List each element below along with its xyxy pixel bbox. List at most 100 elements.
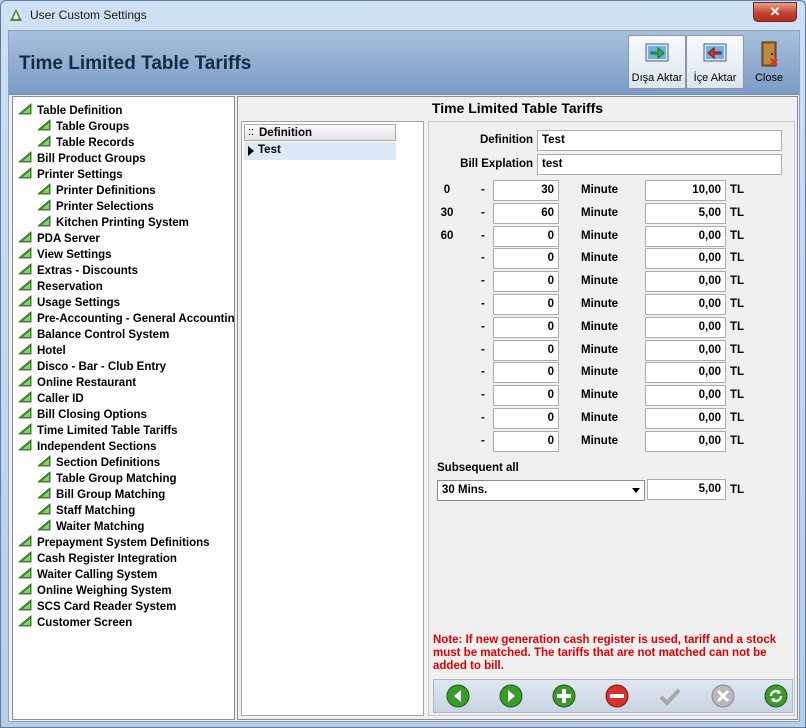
tier-minutes-field[interactable]: 0 <box>493 430 559 452</box>
tier-unit-label: Minute <box>581 343 619 356</box>
tier-minutes-field[interactable]: 0 <box>493 339 559 361</box>
tier-minutes-field[interactable]: 0 <box>493 248 559 270</box>
tree-item[interactable]: SCS Card Reader System <box>18 599 176 615</box>
tier-minutes-field[interactable]: 0 <box>493 408 559 429</box>
tree-node-icon <box>18 247 32 259</box>
refresh-icon[interactable] <box>764 684 788 708</box>
tier-price-field[interactable]: 10,00 <box>645 180 726 201</box>
tree-item[interactable]: Waiter Matching <box>37 519 144 535</box>
tree-item[interactable]: Printer Definitions <box>37 183 156 199</box>
tree-item[interactable]: Table Group Matching <box>37 471 177 487</box>
tree-item[interactable]: Time Limited Table Tariffs <box>18 423 178 439</box>
tier-price-field[interactable]: 0,00 <box>645 385 726 407</box>
tier-price-field[interactable]: 0,00 <box>645 248 726 270</box>
tier-currency: TL <box>730 343 745 356</box>
tree-item[interactable]: Independent Sections <box>18 439 157 455</box>
tier-unit-label: Minute <box>581 298 619 310</box>
tree-item[interactable]: Bill Group Matching <box>37 487 165 503</box>
tier-unit-label: Minute <box>581 366 619 379</box>
tier-price-field[interactable]: 0,00 <box>645 339 726 361</box>
tree-item[interactable]: Disco - Bar - Club Entry <box>18 359 166 375</box>
next-arrow-icon[interactable] <box>499 684 523 708</box>
tree-item[interactable]: Hotel <box>18 343 66 359</box>
client-area: Time Limited Table Tariffs Dışa Aktar İç… <box>8 30 800 722</box>
tree-item[interactable]: Prepayment System Definitions <box>18 535 210 551</box>
tier-price-field[interactable]: 0,00 <box>645 294 726 315</box>
tier-unit-label: Minute <box>581 389 619 402</box>
tier-minutes-field[interactable]: 30 <box>493 180 559 201</box>
tier-minutes-field[interactable]: 0 <box>493 271 559 293</box>
tier-dash: - <box>481 298 485 310</box>
tree-item[interactable]: Customer Screen <box>18 615 132 631</box>
record-navigator <box>433 679 793 713</box>
tree-item[interactable]: Table Records <box>37 135 134 151</box>
tier-dash: - <box>481 366 485 379</box>
tree-item-label: PDA Server <box>37 233 100 245</box>
title-bar: User Custom Settings ✕ <box>1 1 805 29</box>
tree-item[interactable]: Section Definitions <box>37 455 160 471</box>
close-button[interactable]: Close <box>740 35 798 89</box>
tier-minutes-field[interactable]: 0 <box>493 294 559 315</box>
tree-item[interactable]: Reservation <box>18 279 103 295</box>
tier-minutes-field[interactable]: 0 <box>493 385 559 407</box>
tier-minutes-field[interactable]: 0 <box>493 316 559 338</box>
settings-tree: Table Definition Table Groups Table Record… <box>12 96 235 720</box>
subsequent-price-field[interactable]: 5,00 <box>647 479 726 500</box>
tree-item-label: Bill Product Groups <box>37 153 146 165</box>
grid-column-definition: Definition <box>259 127 313 139</box>
tree-item[interactable]: Caller ID <box>18 391 84 407</box>
tree-item[interactable]: Table Definition <box>18 103 122 119</box>
tree-node-icon <box>37 503 51 515</box>
tier-price-field[interactable]: 0,00 <box>645 271 726 293</box>
tier-minutes-field[interactable]: 60 <box>493 202 559 224</box>
tree-item[interactable]: Extras - Discounts <box>18 263 138 279</box>
tree-item[interactable]: Online Weighing System <box>18 583 172 599</box>
prev-arrow-icon[interactable] <box>446 684 470 708</box>
window-close-button[interactable]: ✕ <box>753 2 797 22</box>
tree-item[interactable]: Bill Closing Options <box>18 407 147 423</box>
tree-item[interactable]: Online Restaurant <box>18 375 136 391</box>
tier-minutes-field[interactable]: 0 <box>493 225 559 247</box>
tree-item[interactable]: Pre-Accounting - General Accountin <box>18 311 234 327</box>
tree-item[interactable]: View Settings <box>18 247 112 263</box>
import-button[interactable]: İçe Aktar <box>686 35 744 89</box>
grid-row[interactable]: Test <box>244 142 396 160</box>
tree-item[interactable]: Staff Matching <box>37 503 135 519</box>
confirm-check-icon[interactable] <box>658 684 682 708</box>
tree-item[interactable]: Usage Settings <box>18 295 120 311</box>
bill-explanation-field[interactable]: test <box>537 154 782 175</box>
tier-price-field[interactable]: 0,00 <box>645 225 726 247</box>
tier-price-field[interactable]: 5,00 <box>645 202 726 224</box>
delete-icon[interactable] <box>605 684 629 708</box>
tariff-panel: Time Limited Table Tariffs :: Definition… <box>237 96 798 720</box>
grid-cell-definition: Test <box>258 144 281 156</box>
tier-minutes-field[interactable]: 0 <box>493 362 559 384</box>
tree-item-label: Prepayment System Definitions <box>37 537 210 549</box>
tree-item[interactable]: Table Groups <box>37 119 129 135</box>
tree-item[interactable]: Waiter Calling System <box>18 567 157 583</box>
tier-unit-label: Minute <box>581 434 619 447</box>
tree-item[interactable]: Printer Selections <box>37 199 154 215</box>
tree-item-label: Printer Settings <box>37 169 123 181</box>
tree-item[interactable]: Kitchen Printing System <box>37 215 189 231</box>
definition-field[interactable]: Test <box>537 130 782 151</box>
tree-node-icon <box>18 279 32 291</box>
tree-item-label: Independent Sections <box>37 441 157 453</box>
add-icon[interactable] <box>552 684 576 708</box>
tier-price-field[interactable]: 0,00 <box>645 362 726 384</box>
grid-header[interactable]: :: Definition <box>244 124 396 141</box>
tree-item[interactable]: Balance Control System <box>18 327 169 343</box>
tree-item[interactable]: PDA Server <box>18 231 100 247</box>
tree-node-icon <box>18 551 32 563</box>
tree-item-label: Table Records <box>56 137 135 149</box>
tier-price-field[interactable]: 0,00 <box>645 408 726 429</box>
tier-price-field[interactable]: 0,00 <box>645 316 726 338</box>
tree-item[interactable]: Bill Product Groups <box>18 151 146 167</box>
export-button[interactable]: Dışa Aktar <box>628 35 686 89</box>
tier-price-field[interactable]: 0,00 <box>645 430 726 452</box>
tree-item[interactable]: Cash Register Integration <box>18 551 177 567</box>
cancel-icon[interactable] <box>711 684 735 708</box>
tier-dash: - <box>481 252 485 265</box>
tree-item[interactable]: Printer Settings <box>18 167 123 183</box>
subsequent-select[interactable]: 30 Mins. <box>437 480 645 501</box>
